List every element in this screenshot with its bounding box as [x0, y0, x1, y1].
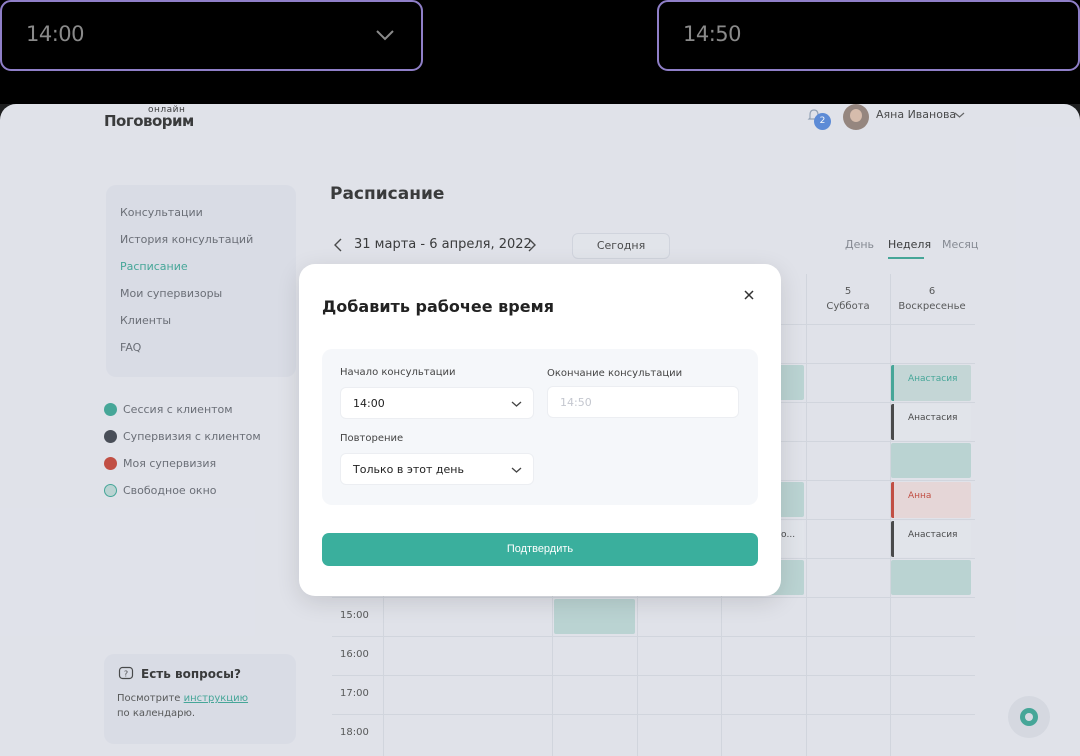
repeat-label: Повторение [340, 433, 404, 444]
chevron-down-icon [511, 401, 522, 407]
start-time-select[interactable]: 14:00 [340, 387, 534, 419]
end-time-label: Окончание консультации [547, 368, 683, 379]
confirm-button[interactable]: Подтвердить [322, 533, 758, 566]
end-time-placeholder: 14:50 [560, 396, 592, 409]
start-time-label: Начало консультации [340, 367, 456, 378]
start-time-value: 14:00 [26, 22, 85, 46]
start-time-select-value: 14:00 [353, 397, 385, 410]
modal-title: Добавить рабочее время [322, 297, 554, 316]
end-time-value: 14:50 [683, 22, 742, 46]
form-box: Начало консультации 14:00 Окончание конс… [322, 349, 758, 505]
end-time-field[interactable]: 14:50 [547, 386, 739, 418]
end-time-field-zoom[interactable]: 14:50 [657, 0, 1080, 71]
repeat-select-value: Только в этот день [353, 463, 464, 476]
repeat-select[interactable]: Только в этот день [340, 453, 534, 485]
chevron-down-icon [511, 467, 522, 473]
add-work-time-modal: Добавить рабочее время Начало консультац… [299, 264, 781, 596]
start-time-select-zoom[interactable]: 14:00 [0, 0, 423, 71]
close-icon[interactable] [742, 288, 756, 302]
chevron-down-icon [376, 30, 394, 41]
